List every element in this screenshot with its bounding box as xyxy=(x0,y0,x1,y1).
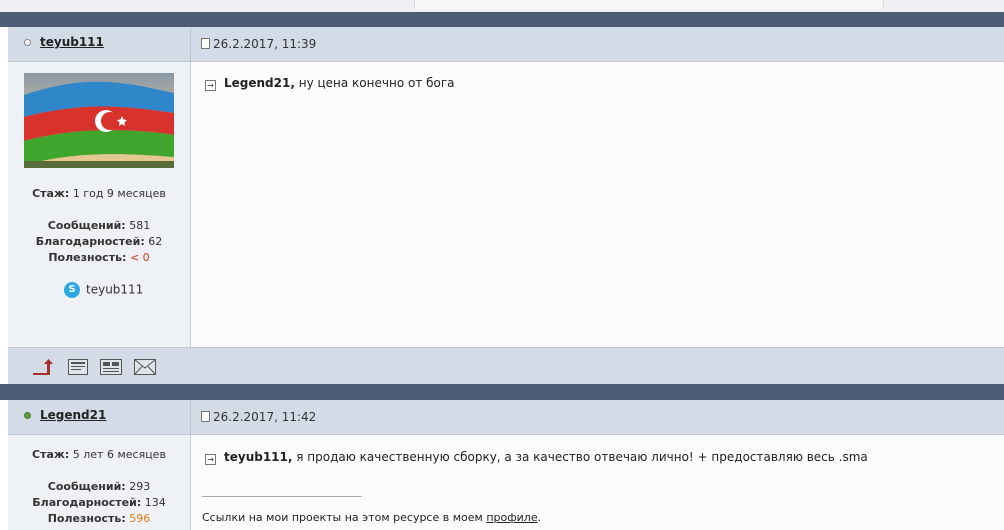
quoted-user[interactable]: teyub111, xyxy=(224,450,292,464)
quoted-user[interactable]: Legend21, xyxy=(224,76,295,90)
thanks-stat: Благодарностей: 134 xyxy=(8,496,190,509)
top-banner-strip xyxy=(0,0,1004,12)
forum-post: Legend21 26.2.2017, 11:42 Стаж: 5 лет 6 … xyxy=(8,400,1004,530)
messages-label: Сообщений: xyxy=(47,219,126,232)
messages-value: 293 xyxy=(129,480,151,493)
experience-stat: Стаж: 1 год 9 месяцев xyxy=(8,187,190,200)
messages-stat: Сообщений: 581 xyxy=(8,219,190,232)
post-date-text: 26.2.2017, 11:42 xyxy=(213,410,317,424)
profile-card-icon[interactable] xyxy=(100,359,122,375)
messages-value: 581 xyxy=(129,219,151,232)
signature: Ссылки на мои проекты на этом ресурсе в … xyxy=(202,511,541,524)
experience-value: 1 год 9 месяцев xyxy=(72,187,166,200)
offline-status-icon xyxy=(24,39,31,46)
experience-value: 5 лет 6 месяцев xyxy=(72,448,166,461)
email-icon[interactable] xyxy=(134,359,156,375)
post-message: → Legend21, ну цена конечно от бога xyxy=(205,76,455,91)
post-link-icon[interactable] xyxy=(201,411,210,422)
post-link-icon[interactable] xyxy=(201,38,210,49)
author-name-link[interactable]: Legend21 xyxy=(40,408,106,422)
skype-name: teyub111 xyxy=(86,282,144,297)
skype-contact[interactable]: Steyub111 xyxy=(64,282,143,298)
author-name-link[interactable]: teyub111 xyxy=(40,35,104,49)
post-separator-bar xyxy=(0,384,1004,400)
post-header: Legend21 26.2.2017, 11:42 xyxy=(8,400,1004,435)
thanks-value: 134 xyxy=(144,496,166,509)
post-date: 26.2.2017, 11:42 xyxy=(201,410,316,424)
message-text: я продаю качественную сборку, а за качес… xyxy=(296,450,868,464)
thanks-value: 62 xyxy=(148,235,163,248)
usefulness-label: Полезность: xyxy=(48,251,127,264)
post-message: → teyub111, я продаю качественную сборку,… xyxy=(205,450,868,465)
author-cell: Legend21 xyxy=(8,400,191,434)
signature-suffix: . xyxy=(537,511,542,524)
avatar[interactable] xyxy=(24,73,174,168)
experience-stat: Стаж: 5 лет 6 месяцев xyxy=(8,448,190,461)
signature-text: Ссылки на мои проекты на этом ресурсе в … xyxy=(202,511,483,524)
thanks-label: Благодарностей: xyxy=(32,496,142,509)
skype-icon: S xyxy=(64,282,80,298)
forum-post: teyub111 26.2.2017, 11:39 Стаж: 1 год 9 … xyxy=(8,27,1004,385)
usefulness-value: 596 xyxy=(129,512,151,525)
quote-reply-icon[interactable]: → xyxy=(205,454,216,465)
thanks-label: Благодарностей: xyxy=(35,235,145,248)
post-header: teyub111 26.2.2017, 11:39 xyxy=(8,27,1004,62)
usefulness-label: Полезность: xyxy=(47,512,126,525)
pm-icon[interactable] xyxy=(68,359,88,375)
post-content: → Legend21, ну цена конечно от бога xyxy=(191,62,1004,348)
online-status-icon xyxy=(24,412,31,419)
message-text: ну цена конечно от бога xyxy=(298,76,455,90)
usefulness-stat: Полезность: < 0 xyxy=(8,251,190,264)
post-date: 26.2.2017, 11:39 xyxy=(201,37,316,51)
messages-stat: Сообщений: 293 xyxy=(8,480,190,493)
author-sidebar: Стаж: 1 год 9 месяцев Сообщений: 581 Бла… xyxy=(8,62,191,348)
post-date-text: 26.2.2017, 11:39 xyxy=(213,37,317,51)
signature-divider xyxy=(202,496,362,497)
go-top-icon[interactable] xyxy=(32,359,54,375)
experience-label: Стаж: xyxy=(32,448,70,461)
post-content: → teyub111, я продаю качественную сборку,… xyxy=(191,435,1004,530)
author-sidebar: Стаж: 5 лет 6 месяцев Сообщений: 293 Бла… xyxy=(8,435,191,530)
banner-edge xyxy=(414,0,884,9)
thanks-stat: Благодарностей: 62 xyxy=(8,235,190,248)
signature-profile-link[interactable]: профиле xyxy=(486,511,537,524)
usefulness-stat: Полезность: 596 xyxy=(8,512,190,525)
post-separator-bar xyxy=(0,12,1004,27)
author-cell: teyub111 xyxy=(8,27,191,61)
quote-reply-icon[interactable]: → xyxy=(205,80,216,91)
post-toolbar xyxy=(8,347,1004,385)
experience-label: Стаж: xyxy=(32,187,70,200)
messages-label: Сообщений: xyxy=(47,480,126,493)
usefulness-value: < 0 xyxy=(129,251,150,264)
azerbaijan-flag-icon xyxy=(24,73,174,168)
